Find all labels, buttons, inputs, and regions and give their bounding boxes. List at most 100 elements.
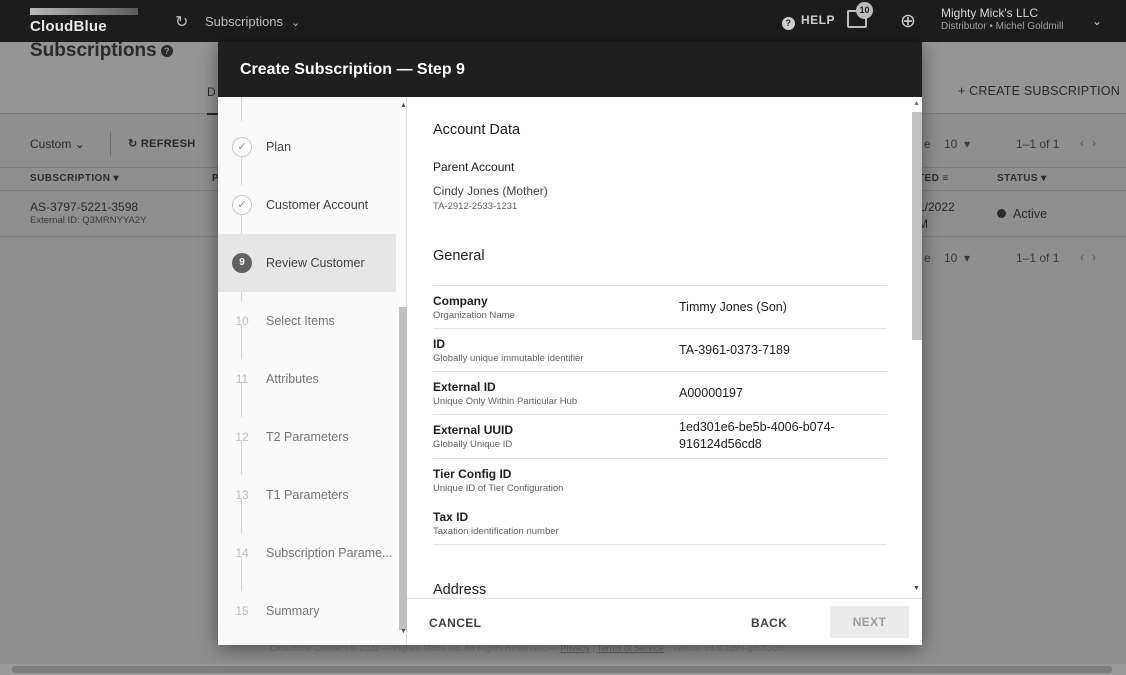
help-button[interactable]: ? HELP — [782, 13, 835, 30]
pager-range: 1–1 of 1 — [1016, 137, 1060, 151]
step-summary[interactable]: 15 Summary — [218, 582, 396, 640]
dialog-title: Create Subscription — Step 9 — [240, 61, 465, 78]
tab-details[interactable]: D — [207, 85, 216, 99]
row-divider — [433, 544, 887, 545]
page-title-text: Subscriptions — [30, 40, 157, 61]
step-review-customer[interactable]: 9 Review Customer — [218, 234, 396, 292]
sync-icon: ↻ — [175, 14, 189, 31]
section-title-account-data: Account Data — [433, 122, 521, 138]
field-description: Organization Name — [433, 310, 515, 321]
cloudblue-logo[interactable]: CloudBlue — [30, 8, 138, 35]
section-title-address: Address — [433, 582, 487, 597]
next-button[interactable]: NEXT — [830, 606, 909, 638]
step-number: 12 — [235, 430, 249, 444]
notifications-badge: 10 — [856, 2, 873, 19]
help-icon: ? — [782, 17, 795, 30]
status-label: Active — [1013, 207, 1048, 221]
field-description: Globally Unique ID — [433, 439, 513, 450]
dialog-footer: CANCEL BACK NEXT — [407, 598, 922, 645]
prev-page-icon[interactable]: ‹ — [1080, 136, 1092, 150]
scroll-down-icon[interactable]: ▼ — [400, 628, 407, 635]
help-icon[interactable]: ? — [160, 45, 173, 57]
column-created[interactable]: TED ≡ — [918, 173, 949, 184]
chevron-down-icon[interactable]: ⌄ — [1092, 14, 1102, 28]
step-label: Summary — [266, 604, 320, 618]
prev-page-icon[interactable]: ‹ — [1080, 250, 1092, 264]
field-value-company: Timmy Jones (Son) — [679, 300, 787, 314]
app-switcher-label: Subscriptions — [205, 14, 284, 29]
field-value-external-uuid: 1ed301e6-be5b-4006-b074- 916124d56cd8 — [679, 419, 835, 453]
next-page-icon[interactable]: › — [1092, 136, 1104, 150]
field-value-id: TA-3961-0373-7189 — [679, 343, 790, 357]
page-size-select[interactable]: 10 ▾ — [944, 251, 970, 265]
step-customer-account[interactable]: ✓ Customer Account — [218, 176, 396, 234]
refresh-label: REFRESH — [140, 138, 196, 150]
subscription-id[interactable]: AS-3797-5221-3598 — [30, 200, 138, 214]
logo-text: CloudBlue — [30, 18, 107, 35]
step-t1-parameters[interactable]: 13 T1 Parameters — [218, 466, 396, 524]
step-t2-parameters[interactable]: 12 T2 Parameters — [218, 408, 396, 466]
review-customer-content: Account Data Parent Account Cindy Jones … — [407, 97, 922, 597]
column-status[interactable]: STATUS ▾ — [997, 173, 1047, 184]
chevron-down-icon: ⌄ — [291, 17, 301, 29]
step-number: 9 — [232, 253, 252, 273]
step-label: T2 Parameters — [266, 430, 349, 444]
horizontal-scrollbar-thumb[interactable] — [12, 666, 1112, 673]
dialog-header: Create Subscription — Step 9 — [218, 42, 922, 97]
field-name: External UUID — [433, 423, 514, 437]
page-title: Subscriptions? — [30, 40, 173, 62]
external-id: External ID: Q3MRNYYA2Y — [30, 215, 147, 226]
page-size-select[interactable]: 10 ▾ — [944, 137, 970, 151]
step-subscription-parameters[interactable]: 14 Subscription Parame... — [218, 524, 396, 582]
scroll-up-icon[interactable]: ▲ — [400, 102, 407, 109]
step-attributes[interactable]: 11 Attributes — [218, 350, 396, 408]
step-plan[interactable]: ✓ Plan — [218, 118, 396, 176]
pager-arrows[interactable]: ‹› — [1080, 136, 1104, 150]
field-description: Taxation identification number — [433, 526, 559, 537]
field-name: External ID — [433, 380, 496, 394]
field-name: Company — [433, 294, 488, 308]
scroll-up-icon[interactable]: ▲ — [913, 100, 920, 107]
status-dot-icon — [997, 209, 1006, 218]
create-subscription-dialog: Create Subscription — Step 9 ✓ Plan ✓ Cu… — [218, 42, 922, 645]
filter-preset-button[interactable]: Custom ⌄ — [30, 137, 85, 151]
page-size-value: 10 — [944, 251, 958, 265]
page-size-value: 10 — [944, 137, 958, 151]
field-value-external-id: A00000197 — [679, 386, 743, 400]
column-status-label: STATUS — [997, 173, 1038, 184]
step-label: Plan — [266, 140, 292, 154]
globe-icon[interactable]: ⊕ — [900, 10, 916, 33]
created-date: 1/2022 — [918, 200, 955, 214]
app-switcher[interactable]: Subscriptions ⌄ — [205, 14, 300, 29]
help-label: HELP — [801, 13, 836, 27]
parent-account-id: TA-2912-2533-1231 — [433, 201, 518, 212]
field-description: Unique Only Within Particular Hub — [433, 396, 578, 407]
account-menu[interactable]: Mighty Mick's LLC Distributor • Michel G… — [941, 7, 1063, 33]
pager-range: 1–1 of 1 — [1016, 251, 1060, 265]
row-divider — [433, 285, 887, 286]
step-number: 10 — [235, 314, 249, 328]
field-description: Unique ID of Tier Configuration — [433, 483, 564, 494]
row-divider — [433, 328, 887, 329]
field-name: Tax ID — [433, 510, 469, 524]
check-icon: ✓ — [232, 195, 252, 215]
stepper-scrollbar-thumb[interactable] — [399, 307, 407, 630]
column-subscription[interactable]: SUBSCRIPTION ▾ — [30, 173, 119, 184]
refresh-icon: ↻ — [128, 138, 138, 150]
status-badge: Active — [997, 207, 1047, 221]
parent-account-name: Cindy Jones (Mother) — [433, 184, 548, 198]
content-scrollbar-thumb[interactable] — [912, 112, 922, 340]
pager-arrows[interactable]: ‹› — [1080, 250, 1104, 264]
cancel-button[interactable]: CANCEL — [429, 616, 481, 630]
section-title-general: General — [433, 248, 485, 264]
refresh-button[interactable]: ↻ REFRESH — [128, 137, 196, 150]
step-select-items[interactable]: 10 Select Items — [218, 292, 396, 350]
back-button[interactable]: BACK — [751, 616, 787, 630]
field-description: Globally unique immutable identifier — [433, 353, 584, 364]
next-page-icon[interactable]: › — [1092, 250, 1104, 264]
step-label: T1 Parameters — [266, 488, 349, 502]
create-subscription-button[interactable]: + CREATE SUBSCRIPTION — [958, 84, 1120, 98]
wizard-stepper: ✓ Plan ✓ Customer Account 9 Review Custo… — [218, 97, 407, 645]
column-subscription-label: SUBSCRIPTION — [30, 173, 111, 184]
scroll-down-icon[interactable]: ▼ — [913, 585, 920, 592]
